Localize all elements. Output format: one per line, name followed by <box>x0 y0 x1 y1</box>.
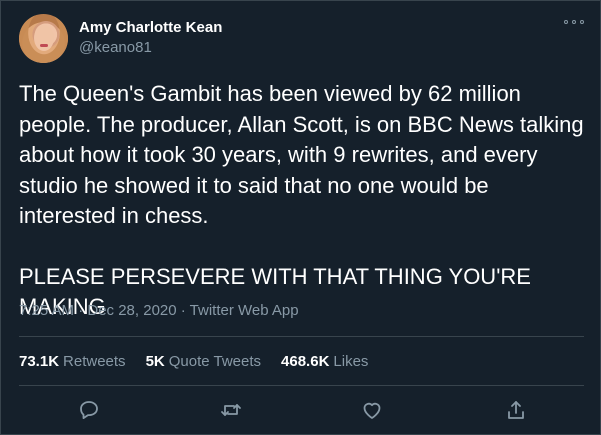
likes-count: 468.6K <box>281 353 330 370</box>
more-dot <box>580 20 584 24</box>
tweet-stats: 73.1K Retweets 5K Quote Tweets 468.6K Likes <box>19 353 368 370</box>
retweets-label: Retweets <box>63 353 126 370</box>
tweet-actions <box>1 392 601 432</box>
quotes-label: Quote Tweets <box>168 353 262 370</box>
more-dot <box>564 20 568 24</box>
avatar-lips <box>40 44 48 47</box>
heart-icon[interactable] <box>360 398 384 422</box>
more-dot <box>572 20 576 24</box>
avatar-face <box>34 25 54 51</box>
avatar[interactable] <box>19 14 68 63</box>
author-name[interactable]: Amy Charlotte Kean <box>79 19 222 36</box>
tweet-paragraph-1: The Queen's Gambit has been viewed by 62… <box>19 81 584 228</box>
quotes-count: 5K <box>145 353 165 370</box>
likes-stat[interactable]: 468.6K Likes <box>281 353 368 370</box>
more-icon[interactable] <box>564 17 584 27</box>
likes-label: Likes <box>333 353 369 370</box>
reply-icon[interactable] <box>77 398 101 422</box>
tweet-timestamp[interactable]: 7:25 AM · Dec 28, 2020 · Twitter Web App <box>19 302 299 319</box>
tweet-card: Amy Charlotte Kean @keano81 The Queen's … <box>0 0 601 435</box>
divider <box>19 336 584 337</box>
retweet-icon[interactable] <box>219 398 243 422</box>
quotes-stat[interactable]: 5K Quote Tweets <box>146 353 261 370</box>
retweets-stat[interactable]: 73.1K Retweets <box>19 353 126 370</box>
divider <box>19 385 584 386</box>
tweet-text: The Queen's Gambit has been viewed by 62… <box>19 79 589 323</box>
share-icon[interactable] <box>504 398 528 422</box>
author-handle[interactable]: @keano81 <box>79 39 152 56</box>
retweets-count: 73.1K <box>19 353 60 370</box>
